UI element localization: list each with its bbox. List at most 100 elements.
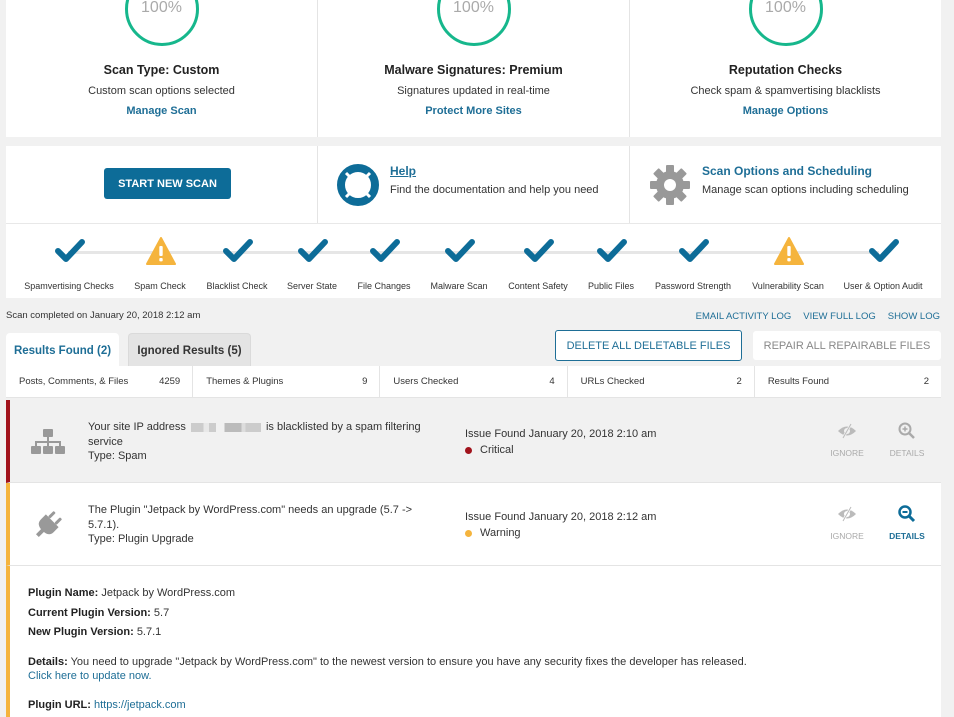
show-log-link[interactable]: SHOW LOG	[888, 311, 940, 322]
checkmark-icon	[524, 239, 554, 262]
step-label: Password Strength	[654, 281, 732, 291]
stat-item: Users Checked 4	[380, 366, 568, 397]
checkmark-icon	[223, 239, 253, 262]
stat-label: Themes & Plugins	[206, 376, 284, 387]
ignore-button[interactable]: IGNORE	[822, 422, 872, 458]
stat-label: Posts, Comments, & Files	[19, 376, 129, 387]
warning-icon	[146, 237, 176, 265]
view-full-log-link[interactable]: VIEW FULL LOG	[803, 311, 876, 322]
checkmark-icon	[597, 239, 627, 262]
email-activity-log-link[interactable]: EMAIL ACTIVITY LOG	[696, 311, 792, 322]
plugin-url-label: Plugin URL:	[28, 698, 91, 711]
critical-dot-icon	[465, 446, 472, 454]
step-label: User & Option Audit	[843, 281, 923, 291]
severity-label: Warning	[480, 527, 521, 539]
issue-text: The Plugin "Jetpack by WordPress.com" ne…	[88, 504, 413, 531]
stat-value: 9	[362, 376, 368, 387]
update-now-link[interactable]: Click here to update now.	[28, 670, 152, 682]
issue-description: The Plugin "Jetpack by WordPress.com" ne…	[88, 503, 443, 547]
issue-row-spam: Your site IP address is blacklisted by a…	[6, 400, 941, 483]
issue-row-plugin-upgrade: The Plugin "Jetpack by WordPress.com" ne…	[6, 483, 941, 566]
severity-label: Critical	[480, 444, 514, 456]
summary-title: Malware Signatures: Premium	[384, 63, 563, 77]
current-version-label: Current Plugin Version:	[28, 606, 151, 619]
stat-value: 2	[736, 376, 742, 387]
manage-scan-link[interactable]: Manage Scan	[6, 105, 317, 117]
step-label: Vulnerability Scan	[752, 281, 824, 291]
summary-subtitle: Signatures updated in real-time	[397, 85, 550, 97]
details-label: DETAILS	[889, 531, 925, 541]
summary-title: Scan Type: Custom	[103, 63, 220, 77]
new-version-label: New Plugin Version:	[28, 626, 134, 638]
stat-item: Posts, Comments, & Files 4259	[6, 366, 194, 397]
stat-label: URLs Checked	[580, 376, 645, 387]
issue-found-date: Issue Found January 20, 2018 2:12 am	[465, 511, 657, 523]
severity-badge: Warning	[465, 527, 521, 539]
plug-icon	[35, 511, 62, 538]
zoom-in-icon	[898, 422, 915, 439]
checkmark-icon	[298, 239, 328, 262]
repair-all-repairable-files-button[interactable]: REPAIR ALL REPAIRABLE FILES	[753, 331, 941, 360]
summary-subtitle: Custom scan options selected	[88, 85, 235, 97]
ignore-label: IGNORE	[830, 531, 864, 541]
start-new-scan-button[interactable]: START NEW SCAN	[104, 168, 231, 199]
gear-icon	[650, 165, 690, 205]
help-link[interactable]: Help	[390, 164, 416, 178]
redacted-ip-address	[190, 422, 261, 432]
issue-type: Type: Plugin Upgrade	[88, 533, 194, 545]
stat-value: 2	[923, 376, 930, 387]
summary-title: Reputation Checks	[728, 63, 843, 77]
sitemap-icon	[31, 429, 65, 454]
progress-percent: 100%	[141, 0, 182, 16]
scan-completed-text: Scan completed on January 20, 2018 2:12 …	[6, 310, 201, 321]
stat-value: 4259	[159, 376, 181, 387]
stat-value: 4	[549, 376, 555, 387]
stat-item: URLs Checked 2	[568, 366, 755, 397]
stat-label: Results Found	[767, 376, 830, 387]
plugin-name-row: Plugin Name: Jetpack by WordPress.com	[28, 584, 941, 604]
checkmark-icon	[679, 239, 709, 262]
manage-options-link[interactable]: Manage Options	[630, 105, 941, 117]
warning-icon	[774, 237, 804, 265]
details-button[interactable]: DETAILS	[882, 505, 932, 541]
scan-stats: Posts, Comments, & Files 4259 Themes & Pl…	[6, 366, 941, 398]
progress-ring: 100%	[124, 0, 199, 46]
delete-all-deletable-files-button[interactable]: DELETE ALL DELETABLE FILES	[555, 330, 742, 361]
ignore-button[interactable]: IGNORE	[822, 505, 872, 541]
ignore-label: IGNORE	[830, 448, 864, 458]
scan-options-link[interactable]: Scan Options and Scheduling	[702, 164, 872, 178]
summary-reputation-checks: 100% Reputation Checks Check spam & spam…	[630, 0, 941, 137]
progress-ring: 100%	[436, 0, 511, 46]
help-section: Help Find the documentation and help you…	[318, 146, 630, 223]
eye-slash-icon	[838, 506, 856, 522]
stat-item: Themes & Plugins 9	[193, 366, 381, 397]
summary-malware-signatures: 100% Malware Signatures: Premium Signatu…	[318, 0, 630, 137]
new-version-row: New Plugin Version: 5.7.1	[28, 623, 941, 643]
tab-ignored-results[interactable]: Ignored Results (5)	[128, 333, 251, 367]
issue-text-before: Your site IP address	[88, 421, 186, 433]
progress-ring: 100%	[748, 0, 823, 46]
help-description: Find the documentation and help you need	[390, 184, 599, 196]
details-label: Details:	[28, 655, 68, 668]
tab-results-found[interactable]: Results Found (2)	[6, 333, 119, 368]
issue-description: Your site IP address is blacklisted by a…	[88, 420, 443, 464]
details-label: DETAILS	[889, 448, 925, 458]
start-scan-section: START NEW SCAN	[6, 146, 318, 223]
scan-options-section: Scan Options and Scheduling Manage scan …	[630, 146, 941, 223]
warning-dot-icon	[465, 529, 472, 537]
issue-found-date: Issue Found January 20, 2018 2:10 am	[465, 428, 657, 440]
plugin-url-row: Plugin URL: https://jetpack.com	[28, 696, 941, 716]
lifebuoy-icon	[337, 164, 379, 206]
details-row: Details: You need to upgrade "Jetpack by…	[28, 655, 941, 684]
checkmark-icon	[869, 239, 899, 262]
details-button[interactable]: DETAILS	[882, 422, 932, 458]
step-label: Spamvertising Checks	[24, 281, 114, 291]
checkmark-icon	[445, 239, 475, 262]
progress-percent: 100%	[453, 0, 494, 16]
summary-subtitle: Check spam & spamvertising blacklists	[690, 85, 881, 97]
protect-more-sites-link[interactable]: Protect More Sites	[318, 105, 629, 117]
zoom-out-icon	[898, 505, 916, 523]
plugin-url-link[interactable]: https://jetpack.com	[94, 699, 186, 711]
stat-label: Users Checked	[393, 376, 459, 387]
progress-percent: 100%	[765, 0, 806, 16]
